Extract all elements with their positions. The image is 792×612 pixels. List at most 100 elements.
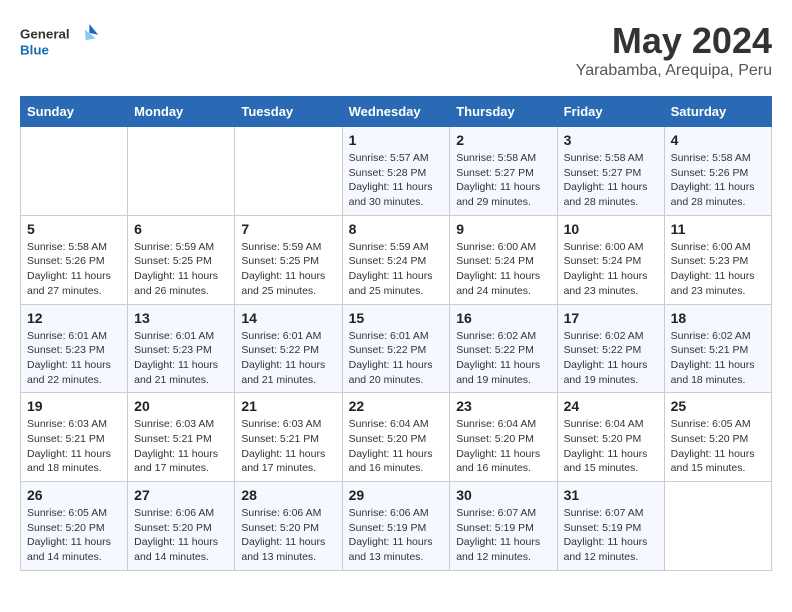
calendar-cell: 5Sunrise: 5:58 AM Sunset: 5:26 PM Daylig…	[21, 215, 128, 304]
day-number: 9	[456, 221, 550, 237]
day-number: 30	[456, 487, 550, 503]
day-info: Sunrise: 6:02 AM Sunset: 5:22 PM Dayligh…	[456, 329, 550, 388]
calendar-cell: 16 Sunrise: 6:02 AM Sunset: 5:22 PM Dayli…	[450, 304, 557, 393]
calendar-cell: 14 Sunrise: 6:01 AM Sunset: 5:22 PM Dayli…	[235, 304, 342, 393]
day-info: Sunrise: 6:03 AM Sunset: 5:21 PM Dayligh…	[241, 417, 335, 476]
calendar-cell: 6 Sunrise: 5:59 AM Sunset: 5:25 PM Daylig…	[128, 215, 235, 304]
day-info: Sunrise: 5:59 AM Sunset: 5:25 PM Dayligh…	[241, 240, 335, 299]
calendar-cell: 1Sunrise: 5:57 AM Sunset: 5:28 PM Daylig…	[342, 127, 450, 216]
day-number: 13	[134, 310, 228, 326]
calendar-cell	[128, 127, 235, 216]
calendar-cell: 2Sunrise: 5:58 AM Sunset: 5:27 PM Daylig…	[450, 127, 557, 216]
weekday-header-monday: Monday	[128, 97, 235, 127]
calendar-cell: 4 Sunrise: 5:58 AM Sunset: 5:26 PM Daylig…	[664, 127, 771, 216]
calendar-cell: 31Sunrise: 6:07 AM Sunset: 5:19 PM Dayli…	[557, 482, 664, 571]
day-number: 25	[671, 398, 765, 414]
day-number: 16	[456, 310, 550, 326]
day-info: Sunrise: 6:05 AM Sunset: 5:20 PM Dayligh…	[27, 506, 121, 565]
day-number: 29	[349, 487, 444, 503]
day-number: 20	[134, 398, 228, 414]
calendar-table: SundayMondayTuesdayWednesdayThursdayFrid…	[20, 96, 772, 571]
day-info: Sunrise: 6:01 AM Sunset: 5:22 PM Dayligh…	[241, 329, 335, 388]
day-info: Sunrise: 5:58 AM Sunset: 5:27 PM Dayligh…	[564, 151, 658, 210]
day-number: 31	[564, 487, 658, 503]
calendar-cell: 13 Sunrise: 6:01 AM Sunset: 5:23 PM Dayli…	[128, 304, 235, 393]
calendar-week-3: 12Sunrise: 6:01 AM Sunset: 5:23 PM Dayli…	[21, 304, 772, 393]
day-number: 21	[241, 398, 335, 414]
calendar-cell: 3 Sunrise: 5:58 AM Sunset: 5:27 PM Daylig…	[557, 127, 664, 216]
day-info: Sunrise: 6:06 AM Sunset: 5:19 PM Dayligh…	[349, 506, 444, 565]
day-info: Sunrise: 6:01 AM Sunset: 5:23 PM Dayligh…	[27, 329, 121, 388]
calendar-body: 1Sunrise: 5:57 AM Sunset: 5:28 PM Daylig…	[21, 127, 772, 571]
calendar-cell: 21 Sunrise: 6:03 AM Sunset: 5:21 PM Dayli…	[235, 393, 342, 482]
day-number: 23	[456, 398, 550, 414]
day-number: 4	[671, 132, 765, 148]
day-number: 22	[349, 398, 444, 414]
day-number: 8	[349, 221, 444, 237]
day-number: 28	[241, 487, 335, 503]
svg-text:General: General	[20, 26, 70, 41]
calendar-cell: 20 Sunrise: 6:03 AM Sunset: 5:21 PM Dayli…	[128, 393, 235, 482]
calendar-week-1: 1Sunrise: 5:57 AM Sunset: 5:28 PM Daylig…	[21, 127, 772, 216]
month-year-title: May 2024	[576, 20, 772, 62]
day-info: Sunrise: 6:03 AM Sunset: 5:21 PM Dayligh…	[134, 417, 228, 476]
day-info: Sunrise: 6:05 AM Sunset: 5:20 PM Dayligh…	[671, 417, 765, 476]
day-number: 3	[564, 132, 658, 148]
day-info: Sunrise: 6:04 AM Sunset: 5:20 PM Dayligh…	[564, 417, 658, 476]
calendar-cell: 26 Sunrise: 6:05 AM Sunset: 5:20 PM Dayli…	[21, 482, 128, 571]
calendar-cell: 15Sunrise: 6:01 AM Sunset: 5:22 PM Dayli…	[342, 304, 450, 393]
day-number: 7	[241, 221, 335, 237]
weekday-header-saturday: Saturday	[664, 97, 771, 127]
day-info: Sunrise: 5:59 AM Sunset: 5:24 PM Dayligh…	[349, 240, 444, 299]
weekday-header-row: SundayMondayTuesdayWednesdayThursdayFrid…	[21, 97, 772, 127]
weekday-header-sunday: Sunday	[21, 97, 128, 127]
calendar-cell	[235, 127, 342, 216]
weekday-header-tuesday: Tuesday	[235, 97, 342, 127]
location-subtitle: Yarabamba, Arequipa, Peru	[576, 62, 772, 80]
day-info: Sunrise: 6:00 AM Sunset: 5:23 PM Dayligh…	[671, 240, 765, 299]
title-block: May 2024 Yarabamba, Arequipa, Peru	[576, 20, 772, 80]
day-info: Sunrise: 6:04 AM Sunset: 5:20 PM Dayligh…	[349, 417, 444, 476]
day-info: Sunrise: 6:00 AM Sunset: 5:24 PM Dayligh…	[456, 240, 550, 299]
day-info: Sunrise: 5:58 AM Sunset: 5:27 PM Dayligh…	[456, 151, 550, 210]
svg-text:Blue: Blue	[20, 42, 49, 57]
calendar-cell: 7 Sunrise: 5:59 AM Sunset: 5:25 PM Daylig…	[235, 215, 342, 304]
weekday-header-thursday: Thursday	[450, 97, 557, 127]
day-info: Sunrise: 6:07 AM Sunset: 5:19 PM Dayligh…	[456, 506, 550, 565]
weekday-header-friday: Friday	[557, 97, 664, 127]
day-info: Sunrise: 6:04 AM Sunset: 5:20 PM Dayligh…	[456, 417, 550, 476]
calendar-cell: 30 Sunrise: 6:07 AM Sunset: 5:19 PM Dayli…	[450, 482, 557, 571]
calendar-cell: 28Sunrise: 6:06 AM Sunset: 5:20 PM Dayli…	[235, 482, 342, 571]
calendar-cell: 9 Sunrise: 6:00 AM Sunset: 5:24 PM Daylig…	[450, 215, 557, 304]
day-info: Sunrise: 6:02 AM Sunset: 5:22 PM Dayligh…	[564, 329, 658, 388]
day-number: 11	[671, 221, 765, 237]
calendar-cell: 27 Sunrise: 6:06 AM Sunset: 5:20 PM Dayli…	[128, 482, 235, 571]
logo: General Blue	[20, 20, 100, 62]
calendar-cell	[21, 127, 128, 216]
day-number: 14	[241, 310, 335, 326]
calendar-cell: 19 Sunrise: 6:03 AM Sunset: 5:21 PM Dayli…	[21, 393, 128, 482]
day-info: Sunrise: 5:58 AM Sunset: 5:26 PM Dayligh…	[27, 240, 121, 299]
day-number: 26	[27, 487, 121, 503]
day-number: 19	[27, 398, 121, 414]
day-info: Sunrise: 6:01 AM Sunset: 5:23 PM Dayligh…	[134, 329, 228, 388]
day-info: Sunrise: 5:57 AM Sunset: 5:28 PM Dayligh…	[349, 151, 444, 210]
calendar-cell: 12Sunrise: 6:01 AM Sunset: 5:23 PM Dayli…	[21, 304, 128, 393]
calendar-cell: 29 Sunrise: 6:06 AM Sunset: 5:19 PM Dayli…	[342, 482, 450, 571]
logo-svg: General Blue	[20, 20, 100, 62]
day-number: 6	[134, 221, 228, 237]
day-number: 18	[671, 310, 765, 326]
day-info: Sunrise: 5:58 AM Sunset: 5:26 PM Dayligh…	[671, 151, 765, 210]
day-info: Sunrise: 5:59 AM Sunset: 5:25 PM Dayligh…	[134, 240, 228, 299]
day-info: Sunrise: 6:01 AM Sunset: 5:22 PM Dayligh…	[349, 329, 444, 388]
calendar-cell	[664, 482, 771, 571]
day-number: 27	[134, 487, 228, 503]
calendar-week-4: 19 Sunrise: 6:03 AM Sunset: 5:21 PM Dayli…	[21, 393, 772, 482]
calendar-cell: 23 Sunrise: 6:04 AM Sunset: 5:20 PM Dayli…	[450, 393, 557, 482]
calendar-header: SundayMondayTuesdayWednesdayThursdayFrid…	[21, 97, 772, 127]
calendar-cell: 8 Sunrise: 5:59 AM Sunset: 5:24 PM Daylig…	[342, 215, 450, 304]
day-info: Sunrise: 6:03 AM Sunset: 5:21 PM Dayligh…	[27, 417, 121, 476]
day-number: 17	[564, 310, 658, 326]
day-number: 24	[564, 398, 658, 414]
day-info: Sunrise: 6:06 AM Sunset: 5:20 PM Dayligh…	[134, 506, 228, 565]
